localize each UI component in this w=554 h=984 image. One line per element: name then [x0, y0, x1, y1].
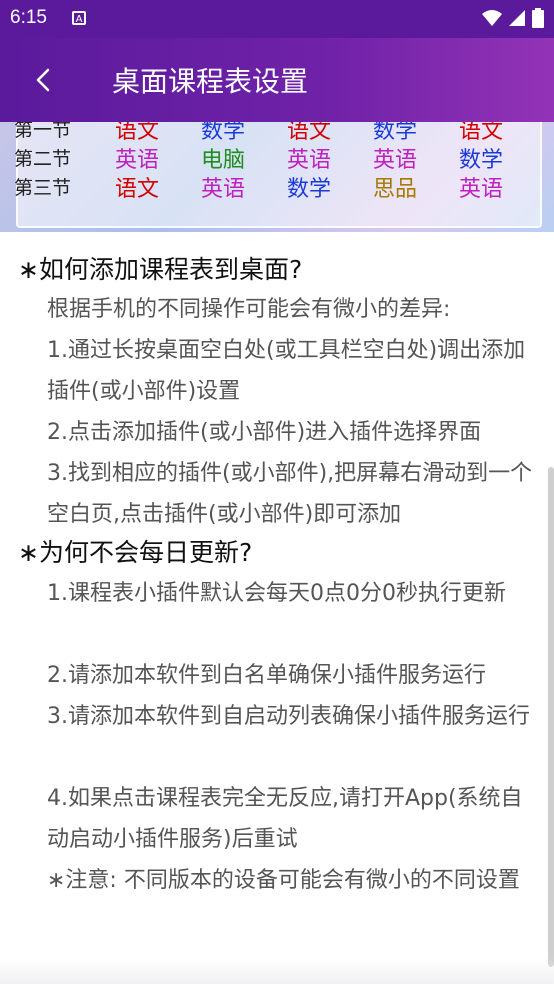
wifi-icon	[482, 10, 502, 26]
subject-cell: 英语	[114, 147, 159, 173]
bottom-fade	[0, 958, 554, 984]
subject-cell: 数学	[286, 176, 331, 202]
chevron-left-icon	[36, 68, 50, 92]
subject-cell: 语文	[114, 176, 159, 202]
period-label: 第二节	[14, 148, 72, 170]
notification-icon: A	[72, 11, 86, 25]
period-label: 第三节	[14, 177, 72, 199]
faq-question-daily-update: ∗为何不会每日更新?	[18, 538, 253, 567]
faq-answer-line: 1.课程表小插件默认会每天0点0分0秒执行更新	[47, 581, 506, 606]
faq-answer-line: 3.找到相应的插件(或小部件),把屏幕右滑动到一个空白页,点击插件(或小部件)即…	[47, 461, 533, 527]
system-icons	[482, 8, 544, 28]
status-bar: 6:15 A	[0, 0, 554, 38]
subject-cell: 英语	[200, 176, 245, 202]
subject-cell: 电脑	[200, 147, 245, 173]
subject-cell: 英语	[458, 176, 503, 202]
faq-question-add-widget: ∗如何添加课程表到桌面?	[18, 255, 303, 284]
faq-answer-line: 2.点击添加插件(或小部件)进入插件选择界面	[47, 420, 482, 445]
timetable-row: 第一节 语文 数学 语文 数学 语文	[14, 122, 524, 144]
faq-answer-line: 3.请添加本软件到自启动列表确保小插件服务运行	[47, 704, 530, 729]
subject-cell: 数学	[458, 147, 503, 173]
subject-cell: 英语	[372, 147, 417, 173]
timetable-widget-preview: 第一节 语文 数学 语文 数学 语文 第二节 英语 电脑 英语 英语 数学 第三节 语文 英语 数学 思品 英语	[0, 122, 554, 232]
timetable-row: 第二节 英语 电脑 英语 英语 数学	[14, 143, 524, 173]
faq-answer-line: 根据手机的不同操作可能会有微小的差异:	[47, 297, 451, 322]
faq-answer-line: 1.通过长按桌面空白处(或工具栏空白处)调出添加插件(或小部件)设置	[47, 338, 526, 404]
faq-answer-line: 4.如果点击课程表完全无反应,请打开App(系统自动启动小插件服务)后重试	[47, 786, 523, 852]
timetable-row: 第三节 语文 英语 数学 思品 英语	[14, 172, 524, 202]
back-button[interactable]	[30, 62, 62, 98]
faq-answer-line: 2.请添加本软件到白名单确保小插件服务运行	[47, 663, 486, 688]
page-title: 桌面课程表设置	[112, 65, 309, 98]
period-label: 第一节	[14, 122, 72, 141]
battery-icon	[532, 8, 544, 28]
signal-icon	[509, 10, 525, 26]
scrollbar[interactable]	[548, 467, 554, 967]
faq-note: ∗注意: 不同版本的设备可能会有微小的不同设置	[47, 868, 520, 893]
subject-cell: 英语	[286, 147, 331, 173]
status-time: 6:15	[10, 7, 47, 28]
subject-cell: 思品	[372, 176, 417, 202]
app-bar: 桌面课程表设置	[0, 38, 554, 122]
